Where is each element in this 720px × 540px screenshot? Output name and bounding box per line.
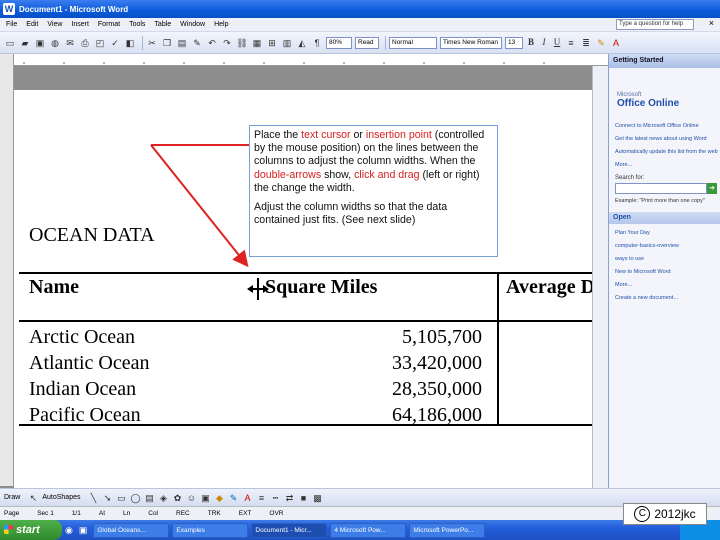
status-section: Sec 1 bbox=[37, 510, 54, 517]
arrow-style-icon[interactable]: ⇄ bbox=[285, 492, 295, 504]
line-color-icon[interactable]: ✎ bbox=[229, 492, 239, 504]
taskbar-button[interactable]: 4 Microsoft Pow... bbox=[330, 522, 407, 538]
status-rec[interactable]: REC bbox=[176, 507, 190, 520]
status-trk[interactable]: TRK bbox=[208, 507, 221, 520]
status-page: Page bbox=[4, 510, 20, 517]
open-item[interactable]: ways to use bbox=[615, 256, 720, 263]
arrow-icon[interactable]: ➘ bbox=[103, 492, 113, 504]
clipart-icon[interactable]: ☺ bbox=[187, 492, 197, 504]
shadow-icon[interactable]: ■ bbox=[299, 492, 309, 504]
search-go-icon[interactable]: ➔ bbox=[707, 183, 717, 194]
tp-link-news[interactable]: Get the latest news about using Word bbox=[615, 136, 720, 143]
draw-font-color-icon[interactable]: A bbox=[243, 492, 253, 504]
open-item[interactable]: computer-basics-overview bbox=[615, 243, 720, 250]
copyright-text: 2012jkc bbox=[654, 507, 696, 521]
status-page-count: 1/1 bbox=[71, 510, 81, 517]
autoshapes-menu[interactable]: AutoShapes bbox=[42, 494, 80, 501]
textbox-icon[interactable]: ▤ bbox=[145, 492, 155, 504]
select-objects-icon[interactable]: ↖ bbox=[28, 492, 38, 504]
line-style-icon[interactable]: ≡ bbox=[257, 492, 267, 504]
dash-style-icon[interactable]: ┅ bbox=[271, 492, 281, 504]
drawing-toolbar: Draw ↖ AutoShapes ╲ ➘ ▭ ◯ ▤ ◈ ✿ ☺ ▣ ◆ ✎ … bbox=[0, 488, 720, 506]
open-list: Plan Your Day computer-basics-overview w… bbox=[615, 230, 720, 302]
rectangle-icon[interactable]: ▭ bbox=[117, 492, 127, 504]
status-at: At bbox=[98, 510, 106, 517]
status-bar: Page Sec 1 1/1 At Ln Col REC TRK EXT OVR bbox=[0, 506, 720, 520]
status-column: Col bbox=[148, 510, 159, 517]
logo-title: Office Online bbox=[617, 98, 680, 109]
diagram-icon[interactable]: ✿ bbox=[173, 492, 183, 504]
status-line: Ln bbox=[123, 510, 131, 517]
wordart-icon[interactable]: ◈ bbox=[159, 492, 169, 504]
oval-icon[interactable]: ◯ bbox=[131, 492, 141, 504]
copyright-badge: C 2012jkc bbox=[623, 503, 707, 525]
column-resize-cursor-icon bbox=[247, 278, 269, 300]
status-ext[interactable]: EXT bbox=[239, 507, 252, 520]
tp-link-connect[interactable]: Connect to Microsoft Office Online bbox=[615, 123, 720, 130]
taskbar-button[interactable]: Global Oceans... bbox=[93, 522, 170, 538]
tp-link-update[interactable]: Automatically update this list from the … bbox=[615, 149, 720, 156]
quicklaunch-desktop-icon[interactable]: ▣ bbox=[79, 525, 88, 536]
taskbar-button[interactable]: Microsoft PowerPo... bbox=[409, 522, 486, 538]
search-label: Search for: bbox=[615, 175, 645, 181]
open-item[interactable]: More... bbox=[615, 282, 720, 289]
open-section-header: Open bbox=[609, 212, 720, 224]
search-input[interactable] bbox=[615, 183, 707, 194]
office-online-logo: Microsoft Office Online bbox=[617, 92, 720, 109]
search-example: Example: "Print more than one copy" bbox=[615, 198, 705, 204]
copyright-symbol: C bbox=[634, 506, 651, 522]
draw-menu[interactable]: Draw bbox=[4, 494, 20, 501]
fill-color-icon[interactable]: ◆ bbox=[215, 492, 225, 504]
task-pane: Getting Started Microsoft Office Online … bbox=[608, 54, 720, 488]
taskbar-button-active[interactable]: Document1 - Micr... bbox=[251, 522, 328, 538]
3d-icon[interactable]: ▩ bbox=[313, 492, 323, 504]
line-icon[interactable]: ╲ bbox=[89, 492, 99, 504]
status-ovr[interactable]: OVR bbox=[269, 507, 283, 520]
create-new-document-link[interactable]: Create a new document... bbox=[615, 295, 720, 302]
quicklaunch-browser-icon[interactable]: ◉ bbox=[65, 525, 73, 536]
taskbar-button[interactable]: Examples bbox=[172, 522, 249, 538]
tp-link-more[interactable]: More... bbox=[615, 162, 720, 169]
open-item[interactable]: Plan Your Day bbox=[615, 230, 720, 237]
task-pane-links: Connect to Microsoft Office Online Get t… bbox=[615, 123, 720, 169]
open-item[interactable]: New to Microsoft Word bbox=[615, 269, 720, 276]
task-pane-header[interactable]: Getting Started bbox=[609, 54, 720, 68]
taskbar: start ◉ ▣ Global Oceans... Examples Docu… bbox=[0, 520, 720, 540]
start-button[interactable]: start bbox=[0, 520, 62, 540]
picture-icon[interactable]: ▣ bbox=[201, 492, 211, 504]
